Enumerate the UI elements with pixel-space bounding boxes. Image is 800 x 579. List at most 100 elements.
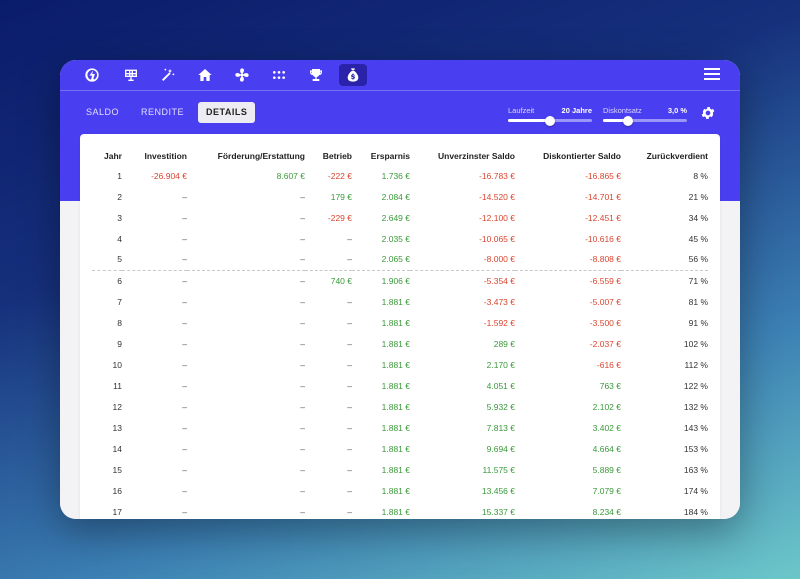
- cell-zurueckverdient: 132 %: [683, 401, 708, 412]
- cell-diskontierter-saldo: -6.559 €: [589, 275, 621, 286]
- details-table: Jahr Investition Förderung/Erstattung Be…: [92, 146, 708, 519]
- laufzeit-value: 20 Jahre: [561, 106, 592, 115]
- cell-ersparnis: 2.065 €: [352, 249, 410, 271]
- cell-jahr: 12: [112, 401, 122, 412]
- cell-diskontierter-saldo: -16.865 €: [585, 170, 621, 181]
- table-body: 1 -26.904 € 8.607 € -222 € 1.736 € -16.783 € -…: [92, 165, 708, 519]
- settings-gear-icon[interactable]: [700, 105, 716, 121]
- cell-betrieb: –: [347, 296, 352, 307]
- cell-zurueckverdient: 56 %: [621, 249, 708, 271]
- cell-ersparnis: 1.881 €: [381, 422, 410, 433]
- table-row: 5– – –2.065 € -8.000 € -8.808 €56 %: [92, 249, 708, 271]
- cell-unverzinster-saldo: -5.354 €: [483, 275, 515, 286]
- cell-ersparnis: 1.881 €: [381, 296, 410, 307]
- table-row: 6 – – 740 € 1.906 € -5.354 € -6.559 € 71 %: [92, 270, 708, 291]
- cell-jahr: 4: [117, 233, 122, 244]
- cell-ersparnis: 1.881 €: [381, 464, 410, 475]
- cell-zurueckverdient: 34 %: [688, 212, 708, 223]
- cell-betrieb: –: [347, 401, 352, 412]
- cell-unverzinster-saldo: 15.337 €: [481, 506, 515, 517]
- apps-grid-icon[interactable]: [265, 64, 293, 86]
- cell-zurueckverdient: 71 %: [688, 275, 708, 286]
- cell-jahr: 11: [113, 380, 122, 391]
- cell-zurueckverdient: 143 %: [683, 422, 708, 433]
- cell-unverzinster-saldo: -12.100 €: [479, 212, 515, 223]
- tab-details[interactable]: DETAILS: [198, 102, 256, 123]
- cell-jahr: 9: [117, 338, 122, 349]
- table-row: 3 – – -229 € 2.649 € -12.100 € -12.451 € 34 %: [92, 207, 708, 228]
- cell-betrieb: –: [347, 422, 352, 433]
- table-row: 7 – – – 1.881 € -3.473 € -5.007 € 81 %: [92, 291, 708, 312]
- cell-foerderung: –: [300, 443, 305, 454]
- table-row: 12 – – – 1.881 € 5.932 € 2.102 € 132 %: [92, 396, 708, 417]
- laufzeit-slider[interactable]: [508, 115, 592, 126]
- table-row: 8 – – – 1.881 € -1.592 € -3.500 € 91 %: [92, 312, 708, 333]
- cell-zurueckverdient: 112 %: [684, 359, 708, 370]
- column-header-betrieb: Betrieb: [322, 150, 352, 161]
- cell-diskontierter-saldo: 3.402 €: [592, 422, 621, 433]
- cell-investition: -26.904 €: [151, 170, 187, 181]
- cell-foerderung: –: [300, 422, 305, 433]
- view-tabs: SALDO RENDITE DETAILS: [78, 102, 256, 124]
- cell-diskontierter-saldo: -14.701 €: [585, 191, 621, 202]
- cell-betrieb: –: [347, 317, 352, 328]
- cell-foerderung: –: [300, 380, 305, 391]
- cell-investition: –: [182, 380, 187, 391]
- app-window: SALDO RENDITE DETAILS Laufzeit 20 Jahre …: [60, 60, 740, 519]
- cell-diskontierter-saldo: -8.808 €: [515, 249, 621, 271]
- cell-foerderung: –: [300, 338, 305, 349]
- cell-unverzinster-saldo: 5.932 €: [486, 401, 515, 412]
- cell-investition: –: [182, 296, 187, 307]
- table-row: 15 – – – 1.881 € 11.575 € 5.889 € 163 %: [92, 459, 708, 480]
- diskontsatz-slider-thumb[interactable]: [623, 115, 634, 126]
- money-bag-icon[interactable]: [339, 64, 367, 86]
- cell-foerderung: –: [300, 464, 305, 475]
- magic-wand-icon[interactable]: [154, 64, 182, 86]
- cell-jahr: 16: [112, 485, 122, 496]
- cell-investition: –: [182, 485, 187, 496]
- table-row: 10 – – – 1.881 € 2.170 € -616 € 112 %: [92, 354, 708, 375]
- cell-betrieb: –: [347, 443, 352, 454]
- cell-foerderung: –: [300, 233, 305, 244]
- cell-investition: –: [182, 443, 187, 454]
- cell-betrieb: –: [305, 249, 352, 271]
- cell-zurueckverdient: 8 %: [693, 170, 708, 181]
- diskontsatz-slider[interactable]: [603, 115, 687, 126]
- cell-diskontierter-saldo: -5.007 €: [589, 296, 621, 307]
- laufzeit-slider-thumb[interactable]: [545, 115, 555, 126]
- cell-ersparnis: 2.084 €: [381, 191, 410, 202]
- fan-icon[interactable]: [228, 64, 256, 86]
- cell-investition: –: [122, 249, 187, 271]
- grid-panel-icon[interactable]: [117, 64, 145, 86]
- hamburger-menu-icon[interactable]: [704, 68, 720, 82]
- tab-saldo[interactable]: SALDO: [78, 102, 127, 123]
- cell-ersparnis: 1.881 €: [381, 317, 410, 328]
- cell-unverzinster-saldo: 9.694 €: [486, 443, 515, 454]
- cell-diskontierter-saldo: -10.616 €: [585, 233, 621, 244]
- cell-zurueckverdient: 81 %: [688, 296, 708, 307]
- tab-rendite[interactable]: RENDITE: [133, 102, 192, 123]
- cell-jahr: 5: [92, 249, 122, 271]
- trophy-icon[interactable]: [302, 64, 330, 86]
- details-card: Jahr Investition Förderung/Erstattung Be…: [80, 134, 720, 519]
- cell-betrieb: -229 €: [327, 212, 352, 223]
- cell-diskontierter-saldo: 8.234 €: [592, 506, 621, 517]
- cell-diskontierter-saldo: -2.037 €: [589, 338, 621, 349]
- cell-investition: –: [182, 191, 187, 202]
- cell-foerderung: –: [300, 296, 305, 307]
- logo-icon[interactable]: [78, 64, 106, 86]
- cell-betrieb: –: [347, 233, 352, 244]
- cell-zurueckverdient: 45 %: [688, 233, 708, 244]
- cell-ersparnis: 1.736 €: [381, 170, 410, 181]
- cell-unverzinster-saldo: 13.456 €: [481, 485, 515, 496]
- cell-zurueckverdient: 153 %: [683, 443, 708, 454]
- cell-jahr: 14: [112, 443, 122, 454]
- home-icon[interactable]: [191, 64, 219, 86]
- cell-ersparnis: 1.881 €: [381, 485, 410, 496]
- cell-unverzinster-saldo: 289 €: [493, 338, 515, 349]
- cell-betrieb: 179 €: [330, 191, 352, 202]
- column-header-unverzinster-saldo: Unverzinster Saldo: [438, 150, 515, 161]
- column-header-zurueckverdient: Zurückverdient: [646, 150, 708, 161]
- table-row: 17 – – – 1.881 € 15.337 € 8.234 € 184 %: [92, 501, 708, 519]
- table-row: 13 – – – 1.881 € 7.813 € 3.402 € 143 %: [92, 417, 708, 438]
